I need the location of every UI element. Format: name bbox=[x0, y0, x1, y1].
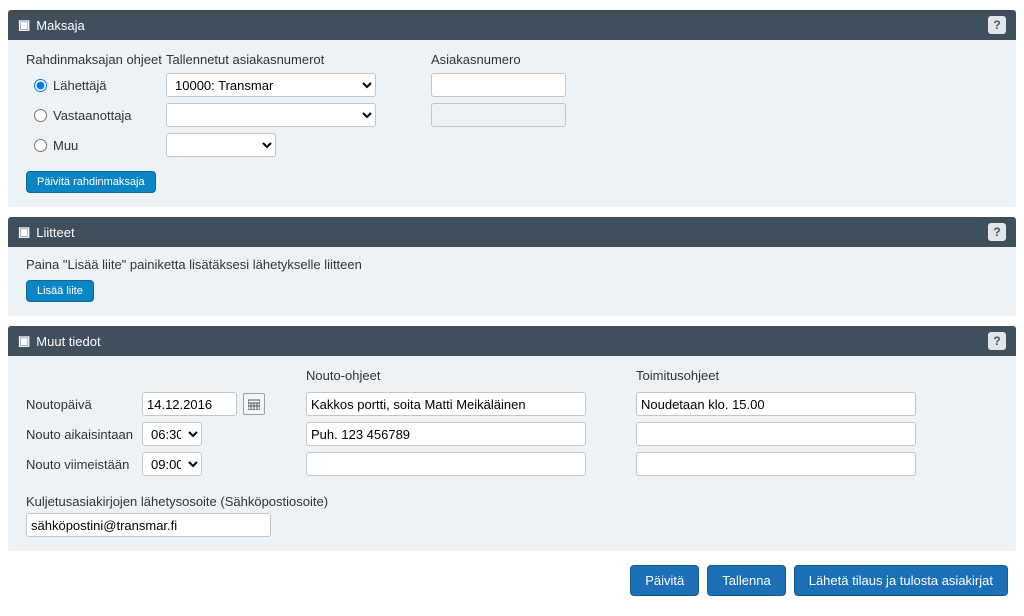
send-order-button[interactable]: Lähetä tilaus ja tulosta asiakirjat bbox=[794, 565, 1008, 596]
attach-panel: ▣ Liitteet ? Paina "Lisää liite" painike… bbox=[8, 217, 1016, 316]
payer-saved-label: Tallennetut asiakasnumerot bbox=[166, 52, 431, 67]
pickup-instr-3[interactable] bbox=[306, 452, 586, 476]
payer-radio-other[interactable] bbox=[34, 139, 47, 152]
payer-radio-sender-label: Lähettäjä bbox=[53, 78, 107, 93]
update-payer-button[interactable]: Päivitä rahdinmaksaja bbox=[26, 171, 156, 193]
add-attachment-button[interactable]: Lisää liite bbox=[26, 280, 94, 302]
payer-sender-customer-input[interactable] bbox=[431, 73, 566, 97]
collapse-icon: ▣ bbox=[18, 333, 30, 349]
pickup-instr-2[interactable] bbox=[306, 422, 586, 446]
payer-radio-other-label: Muu bbox=[53, 138, 78, 153]
payer-panel: ▣ Maksaja ? Rahdinmaksajan ohjeet Tallen… bbox=[8, 10, 1016, 207]
pickup-latest-select[interactable]: 09:00 bbox=[142, 452, 202, 476]
attach-title: Liitteet bbox=[36, 225, 74, 240]
pickup-instr-1[interactable] bbox=[306, 392, 586, 416]
payer-panel-body: Rahdinmaksajan ohjeet Tallennetut asiaka… bbox=[8, 40, 1016, 207]
other-panel-header[interactable]: ▣ Muut tiedot ? bbox=[8, 326, 1016, 356]
email-input[interactable] bbox=[26, 513, 271, 537]
save-button[interactable]: Tallenna bbox=[707, 565, 785, 596]
delivery-instr-1[interactable] bbox=[636, 392, 916, 416]
payer-radio-sender[interactable] bbox=[34, 79, 47, 92]
collapse-icon: ▣ bbox=[18, 224, 30, 240]
payer-instructions-label: Rahdinmaksajan ohjeet bbox=[26, 52, 166, 67]
payer-help-button[interactable]: ? bbox=[988, 16, 1006, 34]
calendar-icon[interactable] bbox=[243, 393, 265, 415]
other-panel-body: Noutopäivä Nouto aikaisintaan 06:30 Nout… bbox=[8, 356, 1016, 551]
payer-radio-receiver[interactable] bbox=[34, 109, 47, 122]
attach-hint-text: Paina "Lisää liite" painiketta lisätäkse… bbox=[26, 257, 998, 272]
attach-panel-header[interactable]: ▣ Liitteet ? bbox=[8, 217, 1016, 247]
payer-other-saved-select[interactable] bbox=[166, 133, 276, 157]
pickup-date-input[interactable] bbox=[142, 392, 237, 416]
delivery-instr-3[interactable] bbox=[636, 452, 916, 476]
delivery-instr-label: Toimitusohjeet bbox=[636, 368, 936, 386]
pickup-earliest-select[interactable]: 06:30 bbox=[142, 422, 202, 446]
pickup-instr-label: Nouto-ohjeet bbox=[306, 368, 606, 386]
payer-sender-saved-select[interactable]: 10000: Transmar bbox=[166, 73, 376, 97]
payer-panel-header[interactable]: ▣ Maksaja ? bbox=[8, 10, 1016, 40]
payer-customer-label: Asiakasnumero bbox=[431, 52, 596, 67]
pickup-earliest-label: Nouto aikaisintaan bbox=[26, 427, 136, 442]
pickup-day-label: Noutopäivä bbox=[26, 397, 136, 412]
other-help-button[interactable]: ? bbox=[988, 332, 1006, 350]
collapse-icon: ▣ bbox=[18, 17, 30, 33]
payer-radio-receiver-label: Vastaanottaja bbox=[53, 108, 132, 123]
payer-receiver-saved-select[interactable] bbox=[166, 103, 376, 127]
footer-buttons: Päivitä Tallenna Lähetä tilaus ja tulost… bbox=[8, 561, 1016, 606]
email-label: Kuljetusasiakirjojen lähetysosoite (Sähk… bbox=[26, 494, 998, 509]
attach-help-button[interactable]: ? bbox=[988, 223, 1006, 241]
delivery-instr-2[interactable] bbox=[636, 422, 916, 446]
other-panel: ▣ Muut tiedot ? Noutopäivä Nouto aikaisi… bbox=[8, 326, 1016, 551]
payer-title: Maksaja bbox=[36, 18, 84, 33]
payer-receiver-customer-input bbox=[431, 103, 566, 127]
pickup-latest-label: Nouto viimeistään bbox=[26, 457, 136, 472]
other-title: Muut tiedot bbox=[36, 334, 100, 349]
refresh-button[interactable]: Päivitä bbox=[630, 565, 699, 596]
attach-panel-body: Paina "Lisää liite" painiketta lisätäkse… bbox=[8, 247, 1016, 316]
